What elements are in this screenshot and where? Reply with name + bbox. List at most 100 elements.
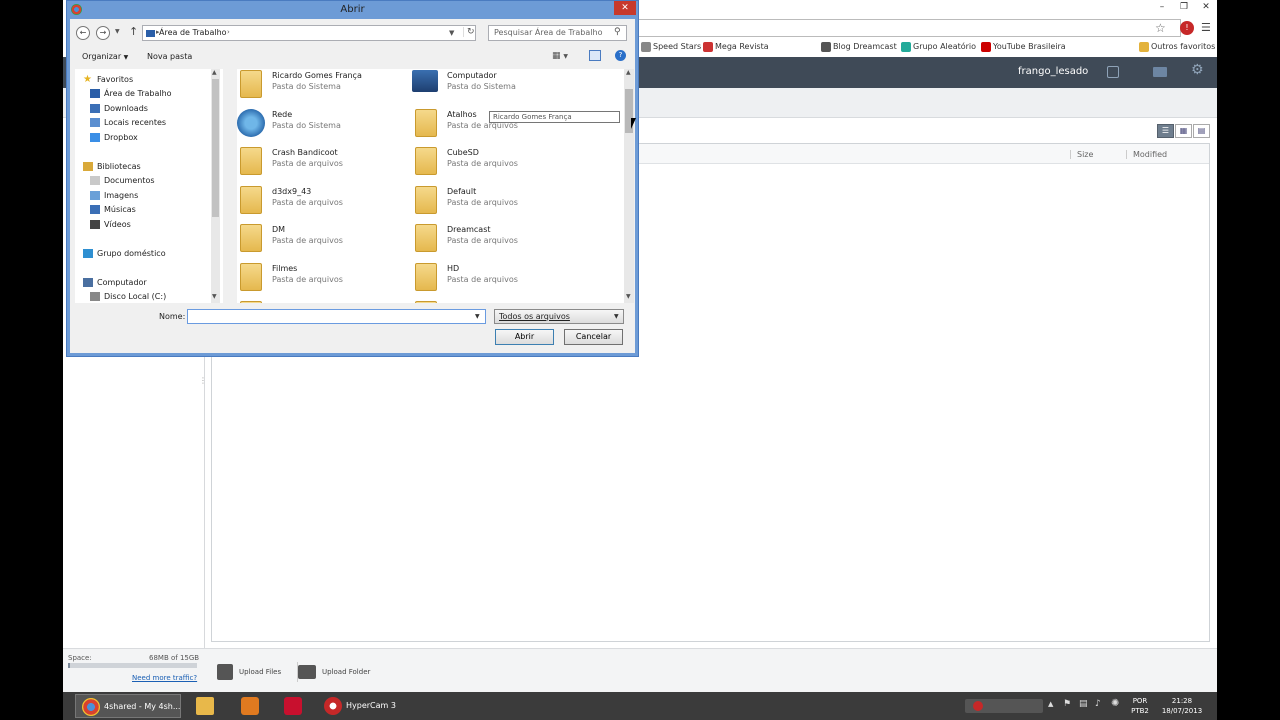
tree-item[interactable]: Bibliotecas bbox=[83, 160, 141, 174]
folder-icon bbox=[415, 185, 437, 214]
gear-icon[interactable]: ⚙ bbox=[1191, 62, 1204, 78]
file-item[interactable]: Rede Pasta do Sistema bbox=[237, 106, 412, 144]
organize-button[interactable]: Organizar ▼ bbox=[82, 52, 128, 61]
taskbar-item-media-player[interactable] bbox=[238, 694, 264, 718]
up-button[interactable]: ↑ bbox=[129, 25, 138, 38]
column-modified[interactable]: Modified bbox=[1126, 150, 1167, 159]
chevron-down-icon[interactable]: ▼ bbox=[212, 293, 217, 300]
tree-item[interactable]: Documentos bbox=[90, 174, 155, 188]
tree-item[interactable]: Músicas bbox=[90, 203, 136, 217]
file-type: Pasta do Sistema bbox=[272, 82, 341, 91]
file-type-select[interactable]: Todos os arquivos ▼ bbox=[494, 309, 624, 324]
chevron-up-icon[interactable]: ▲ bbox=[626, 69, 631, 76]
network-icon[interactable]: ▤ bbox=[1079, 699, 1088, 709]
open-button[interactable]: Abrir bbox=[495, 329, 554, 345]
user-icon[interactable] bbox=[1107, 66, 1119, 78]
menu-icon[interactable]: ☰ bbox=[1201, 21, 1211, 34]
file-name: d3dx9_43 bbox=[272, 186, 312, 196]
taskbar-item-html5[interactable] bbox=[281, 694, 307, 718]
chevron-down-icon[interactable]: ▼ bbox=[449, 29, 454, 37]
bookmark-item[interactable]: Blog Dreamcast bbox=[821, 40, 897, 54]
view-options-icon[interactable]: ▦ ▼ bbox=[552, 51, 568, 61]
bookmark-item[interactable]: Mega Revista bbox=[703, 40, 769, 54]
tree-scroll-thumb[interactable] bbox=[212, 79, 219, 217]
upload-folder-button[interactable]: Upload Folder bbox=[297, 662, 370, 682]
tree-item[interactable]: Computador bbox=[83, 276, 147, 290]
restore-button[interactable]: ❐ bbox=[1173, 0, 1195, 14]
resize-handle[interactable]: ⋮ bbox=[199, 376, 207, 385]
hypercam-icon bbox=[324, 696, 342, 715]
cancel-button[interactable]: Cancelar bbox=[564, 329, 623, 345]
history-dropdown-icon[interactable]: ▼ bbox=[115, 28, 120, 35]
recording-widget[interactable] bbox=[965, 699, 1043, 713]
file-item[interactable]: d3dx9_43 Pasta de arquivos bbox=[237, 183, 412, 221]
bookmark-item[interactable]: Speed Stars bbox=[641, 40, 701, 54]
tray-chevron-up-icon[interactable]: ▲ bbox=[1048, 700, 1053, 708]
tree-item[interactable]: ★ Favoritos bbox=[83, 73, 133, 87]
tree-item[interactable]: Grupo doméstico bbox=[83, 247, 166, 261]
refresh-icon[interactable]: ↻ bbox=[463, 27, 475, 37]
bookmark-icon bbox=[901, 41, 911, 52]
minimize-button[interactable]: – bbox=[1151, 0, 1173, 14]
file-item[interactable]: Default Pasta de arquivos bbox=[412, 183, 587, 221]
chevron-down-icon[interactable]: ▼ bbox=[626, 293, 631, 300]
bookmark-item[interactable]: YouTube Brasileira bbox=[981, 40, 1066, 54]
username[interactable]: frango_lesado bbox=[1018, 66, 1088, 77]
file-item[interactable] bbox=[412, 298, 587, 303]
file-type: Pasta do Sistema bbox=[272, 120, 341, 130]
detail-view-button[interactable]: ▤ bbox=[1193, 124, 1210, 138]
tree-item[interactable]: Imagens bbox=[90, 189, 138, 203]
tree-item[interactable]: Locais recentes bbox=[90, 116, 166, 130]
file-item[interactable]: Filmes Pasta de arquivos bbox=[237, 260, 412, 298]
new-folder-button[interactable]: Nova pasta bbox=[147, 52, 192, 61]
flag-icon[interactable]: ⚑ bbox=[1063, 699, 1071, 709]
list-view-button[interactable]: ☰ bbox=[1157, 124, 1174, 138]
file-item[interactable]: HD Pasta de arquivos bbox=[412, 260, 587, 298]
traffic-link[interactable]: Need more traffic? bbox=[132, 674, 197, 682]
monitor-icon[interactable] bbox=[1153, 67, 1167, 77]
other-bookmarks[interactable]: Outros favoritos bbox=[1139, 40, 1215, 54]
tree-item[interactable]: Downloads bbox=[90, 102, 148, 116]
sync-icon[interactable]: ✺ bbox=[1111, 698, 1119, 709]
chevron-down-icon[interactable]: ▼ bbox=[475, 313, 480, 320]
file-item[interactable]: Computador Pasta do Sistema bbox=[412, 69, 587, 105]
file-item[interactable]: DM Pasta de arquivos bbox=[237, 221, 412, 259]
tree-item[interactable]: Área de Trabalho bbox=[90, 87, 172, 101]
clock[interactable]: 21:28 18/07/2013 bbox=[1157, 696, 1207, 716]
back-button[interactable]: ← bbox=[76, 26, 90, 40]
file-name: Dreamcast bbox=[447, 225, 491, 234]
help-icon[interactable]: ? bbox=[615, 50, 626, 61]
name-input[interactable]: ▼ bbox=[187, 309, 486, 324]
taskbar-item-chrome[interactable]: 4shared - My 4sh... bbox=[75, 694, 181, 718]
address-bar[interactable] bbox=[633, 19, 1181, 37]
tree-item[interactable]: Disco Local (C:) bbox=[90, 290, 166, 303]
tree-item[interactable]: Vídeos bbox=[90, 218, 131, 232]
file-item[interactable]: CubeSD Pasta de arquivos bbox=[412, 144, 587, 182]
close-window-button[interactable]: ✕ bbox=[1195, 0, 1217, 14]
grid-view-button[interactable]: ▦ bbox=[1175, 124, 1192, 138]
forward-button[interactable]: → bbox=[96, 26, 110, 40]
file-item[interactable]: Crash Bandicoot Pasta de arquivos bbox=[237, 144, 412, 182]
tree-item-label: Disco Local (C:) bbox=[104, 292, 167, 301]
taskbar-item-explorer[interactable] bbox=[193, 694, 219, 718]
dialog-close-button[interactable]: ✕ bbox=[614, 1, 636, 15]
file-type: Pasta de arquivos bbox=[272, 159, 343, 168]
file-item[interactable]: Ricardo Gomes França Pasta do Sistema bbox=[237, 69, 412, 105]
bookmark-item[interactable]: Grupo Aleatório bbox=[901, 40, 976, 54]
preview-pane-icon[interactable] bbox=[589, 50, 601, 61]
tree-scrollbar[interactable]: ▲ ▼ bbox=[211, 69, 220, 303]
file-item[interactable]: Dreamcast Pasta de arquivos bbox=[412, 221, 587, 259]
upload-files-button[interactable]: Upload Files bbox=[217, 662, 281, 682]
search-input[interactable]: Pesquisar Área de Trabalho ⚲ bbox=[488, 25, 627, 41]
chevron-up-icon[interactable]: ▲ bbox=[212, 69, 217, 76]
file-scrollbar[interactable]: ▲ ▼ bbox=[624, 69, 634, 303]
column-size[interactable]: Size bbox=[1070, 150, 1093, 159]
stop-icon[interactable]: ! bbox=[1180, 21, 1194, 35]
volume-icon[interactable]: ♪ bbox=[1095, 699, 1101, 709]
path-box[interactable]: ▸ Área de Trabalho › ▼ ↻ bbox=[142, 25, 476, 41]
star-icon[interactable]: ☆ bbox=[1155, 21, 1166, 35]
tree-item[interactable]: Dropbox bbox=[90, 131, 138, 145]
file-item[interactable]: Macklemore and Ryan Lewis - The bbox=[237, 298, 412, 303]
language-indicator[interactable]: POR PTB2 bbox=[1127, 696, 1153, 716]
taskbar-item-hypercam[interactable]: HyperCam 3 bbox=[320, 694, 430, 718]
